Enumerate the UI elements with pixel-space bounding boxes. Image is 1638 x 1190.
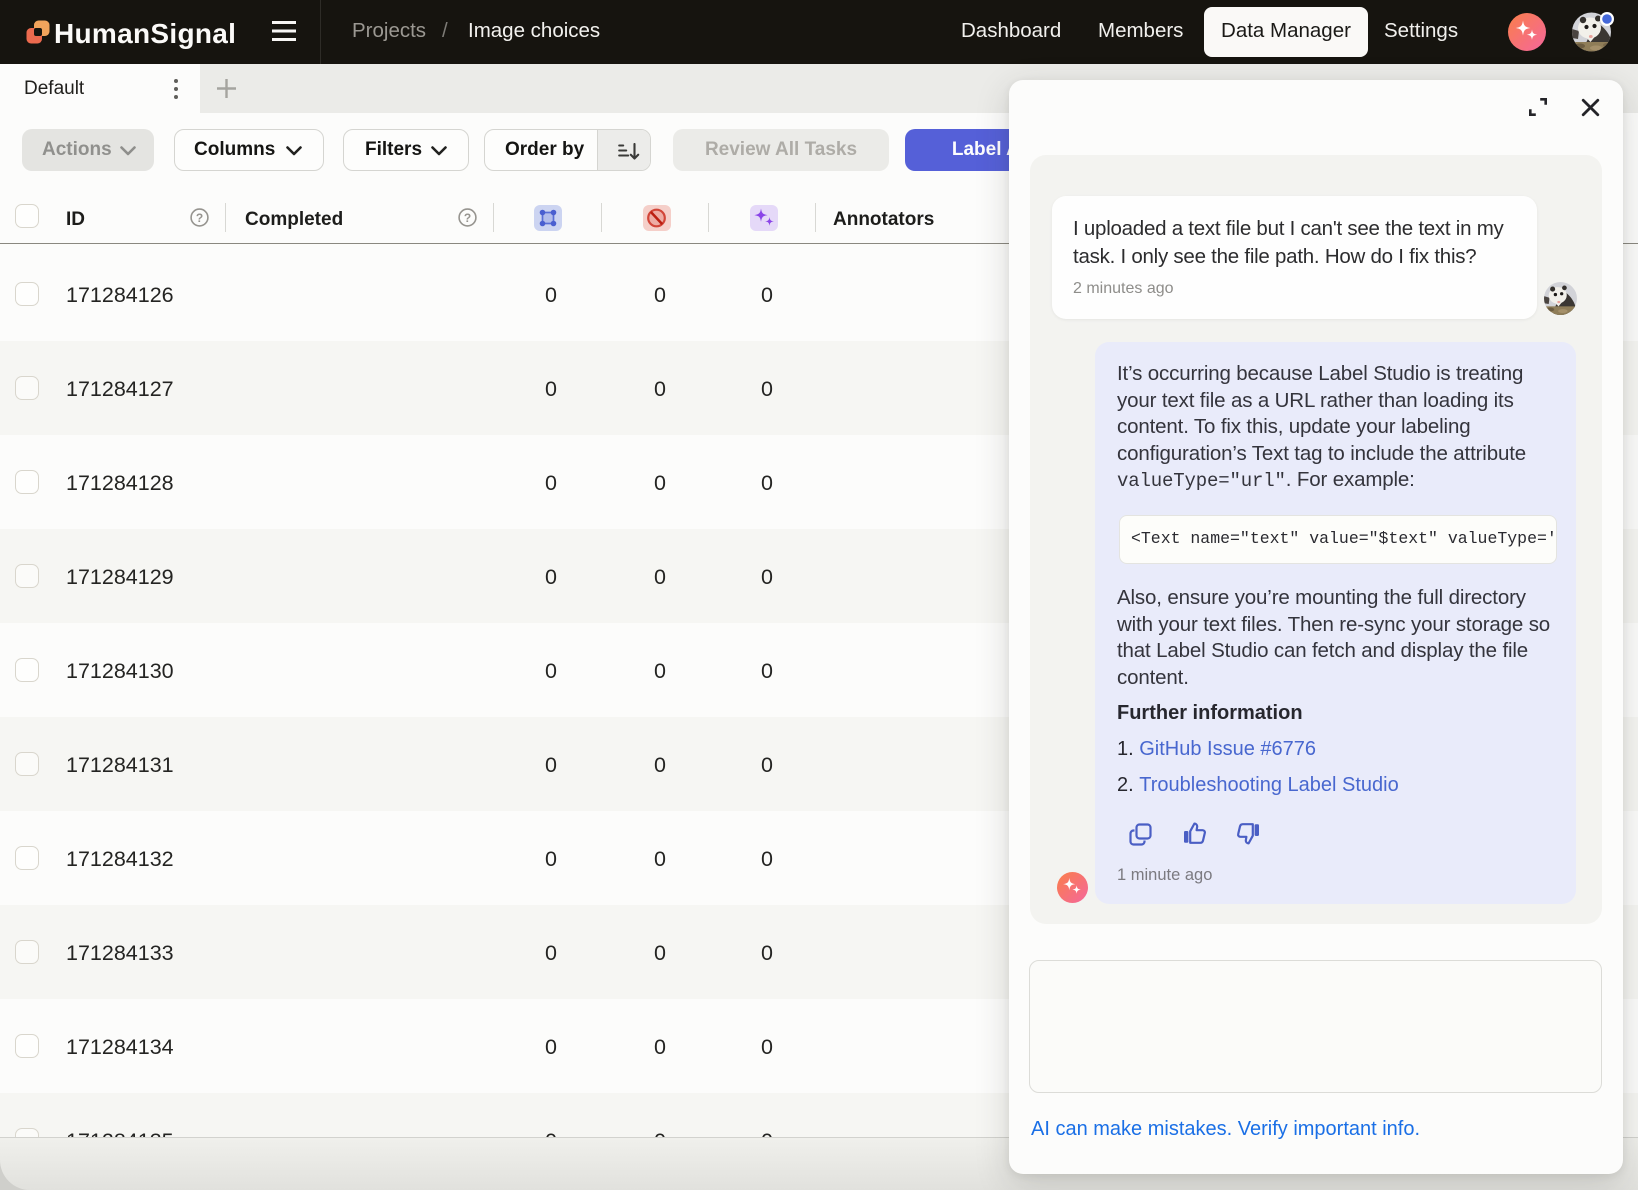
svg-text:?: ? — [196, 211, 203, 225]
svg-text:?: ? — [464, 211, 471, 225]
